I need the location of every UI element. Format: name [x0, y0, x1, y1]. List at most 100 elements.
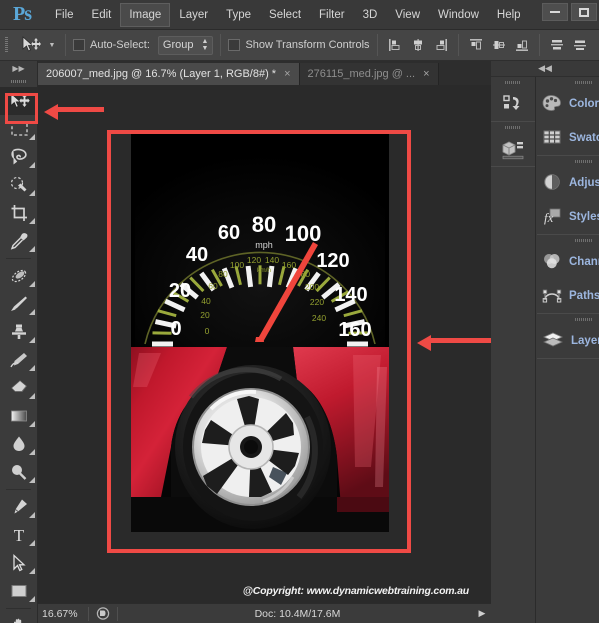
panel-tab-swatches[interactable]: Swatches [537, 121, 599, 155]
3d-panel-icon[interactable] [491, 132, 535, 166]
menu-help[interactable]: Help [488, 3, 530, 27]
svg-text:60: 60 [218, 222, 240, 244]
panel-label: Color [569, 98, 599, 110]
canvas-area[interactable]: 0 20 40 60 80 100 120 140 160 mph 0 20 4… [38, 85, 491, 603]
panel-tab-layers[interactable]: Layers [537, 324, 599, 358]
document-tab-active[interactable]: 206007_med.jpg @ 16.7% (Layer 1, RGB/8#)… [38, 63, 300, 85]
brush-tool[interactable] [0, 290, 38, 318]
align-group-vertical [466, 35, 532, 55]
align-left-edges-icon[interactable] [385, 35, 405, 55]
close-icon[interactable]: × [423, 68, 429, 80]
panel-grip-4[interactable] [537, 314, 599, 324]
rectangular-marquee-tool[interactable] [0, 115, 38, 143]
auto-select-checkbox[interactable] [73, 39, 85, 51]
speedometer-photo: 0 20 40 60 80 100 120 140 160 mph 0 20 4… [131, 134, 389, 349]
move-tool[interactable] [0, 87, 38, 115]
spot-healing-brush-tool[interactable] [0, 262, 38, 290]
chevron-updown-icon: ▲ ▼ [201, 38, 209, 52]
crop-tool[interactable] [0, 199, 38, 227]
toolbar-grip[interactable] [0, 75, 37, 87]
adjustments-panel-icon [542, 173, 562, 194]
menu-image[interactable]: Image [120, 2, 171, 27]
menu-layer[interactable]: Layer [170, 3, 217, 27]
eraser-tool[interactable] [0, 374, 38, 402]
history-panel-icon[interactable] [491, 87, 535, 121]
svg-text:20: 20 [169, 280, 191, 302]
align-top-edges-icon[interactable] [466, 35, 486, 55]
document-thumb-icon[interactable] [93, 606, 113, 622]
quick-selection-tool[interactable] [0, 171, 38, 199]
distribute-vertical-centers-icon[interactable] [570, 35, 590, 55]
menu-filter[interactable]: Filter [310, 3, 354, 27]
speedometer-gauge: 0 20 40 60 80 100 120 140 160 mph 0 20 4… [135, 144, 385, 349]
menu-file[interactable]: File [46, 3, 83, 27]
blur-tool[interactable] [0, 430, 38, 458]
auto-select-dropdown[interactable]: Group ▲ ▼ [157, 35, 214, 55]
menu-select[interactable]: Select [260, 3, 310, 27]
svg-text:100: 100 [230, 260, 244, 270]
align-right-edges-icon[interactable] [431, 35, 451, 55]
rail-grip-1[interactable] [491, 77, 535, 87]
dodge-tool[interactable] [0, 458, 38, 486]
zoom-level-field[interactable]: 16.67% [38, 605, 84, 622]
rail-grip-2[interactable] [491, 122, 535, 132]
document-tab-2[interactable]: 276115_med.jpg @ ... × [299, 63, 439, 85]
gradient-tool[interactable] [0, 402, 38, 430]
clone-stamp-tool[interactable] [0, 318, 38, 346]
options-divider-3 [376, 34, 378, 56]
menu-edit[interactable]: Edit [83, 3, 121, 27]
minimize-icon [550, 11, 560, 13]
panel-tab-channels[interactable]: Channels [537, 245, 599, 279]
close-icon[interactable]: × [284, 68, 290, 80]
history-brush-tool[interactable] [0, 346, 38, 374]
horizontal-type-tool[interactable]: T [0, 521, 38, 549]
toolbar-divider-1 [6, 258, 31, 259]
show-transform-controls-checkbox[interactable] [228, 39, 241, 51]
distribute-top-edges-icon[interactable] [547, 35, 567, 55]
play-arrow-icon[interactable]: ▶ [473, 608, 491, 619]
menu-window[interactable]: Window [429, 3, 488, 27]
panel-tab-paths[interactable]: Paths [537, 279, 599, 313]
menu-view[interactable]: View [386, 3, 429, 27]
layers-panel-icon [542, 331, 564, 352]
maximize-button[interactable] [571, 3, 597, 21]
expand-panel-icon[interactable]: ▶▶ [0, 61, 37, 75]
svg-text:80: 80 [252, 212, 276, 237]
pen-tool[interactable] [0, 493, 38, 521]
panel-grip-1[interactable] [537, 77, 599, 87]
options-divider-4 [457, 34, 459, 56]
panel-tab-adjustments[interactable]: Adjustments [537, 166, 599, 200]
menu-type[interactable]: Type [217, 3, 260, 27]
options-bar-grip[interactable] [0, 30, 12, 61]
menu-3d[interactable]: 3D [354, 3, 387, 27]
tools-panel: ▶▶ T [0, 61, 38, 623]
move-tool-icon[interactable] [16, 33, 46, 57]
tool-flyout-icon [29, 568, 35, 574]
svg-text:0: 0 [170, 318, 181, 340]
tab-title: 206007_med.jpg @ 16.7% (Layer 1, RGB/8#)… [46, 68, 277, 80]
rectangle-tool[interactable] [0, 577, 38, 605]
minimize-button[interactable] [542, 3, 568, 21]
tool-flyout-icon [29, 246, 35, 252]
align-bottom-edges-icon[interactable] [512, 35, 532, 55]
panel-label: Channels [569, 256, 599, 268]
document-image[interactable]: 0 20 40 60 80 100 120 140 160 mph 0 20 4… [131, 134, 389, 532]
collapse-panels-icon[interactable]: ◀◀ [491, 61, 599, 77]
options-divider [65, 34, 66, 56]
panel-tab-color[interactable]: Color [537, 87, 599, 121]
panel-grip-3[interactable] [537, 235, 599, 245]
eyedropper-tool[interactable] [0, 227, 38, 255]
panel-icon-rail [491, 77, 536, 623]
panel-grip-2[interactable] [537, 156, 599, 166]
svg-text:100: 100 [285, 221, 322, 246]
tool-preset-chevron-icon[interactable]: ▼ [46, 33, 58, 57]
hand-tool[interactable] [0, 612, 38, 623]
show-transform-controls-label: Show Transform Controls [245, 39, 370, 51]
lasso-tool[interactable] [0, 143, 38, 171]
svg-text:160: 160 [338, 319, 371, 341]
svg-text:fx: fx [544, 210, 554, 225]
path-selection-tool[interactable] [0, 549, 38, 577]
panel-tab-styles[interactable]: fx Styles [537, 200, 599, 234]
align-horizontal-centers-icon[interactable] [408, 35, 428, 55]
align-vertical-centers-icon[interactable] [489, 35, 509, 55]
